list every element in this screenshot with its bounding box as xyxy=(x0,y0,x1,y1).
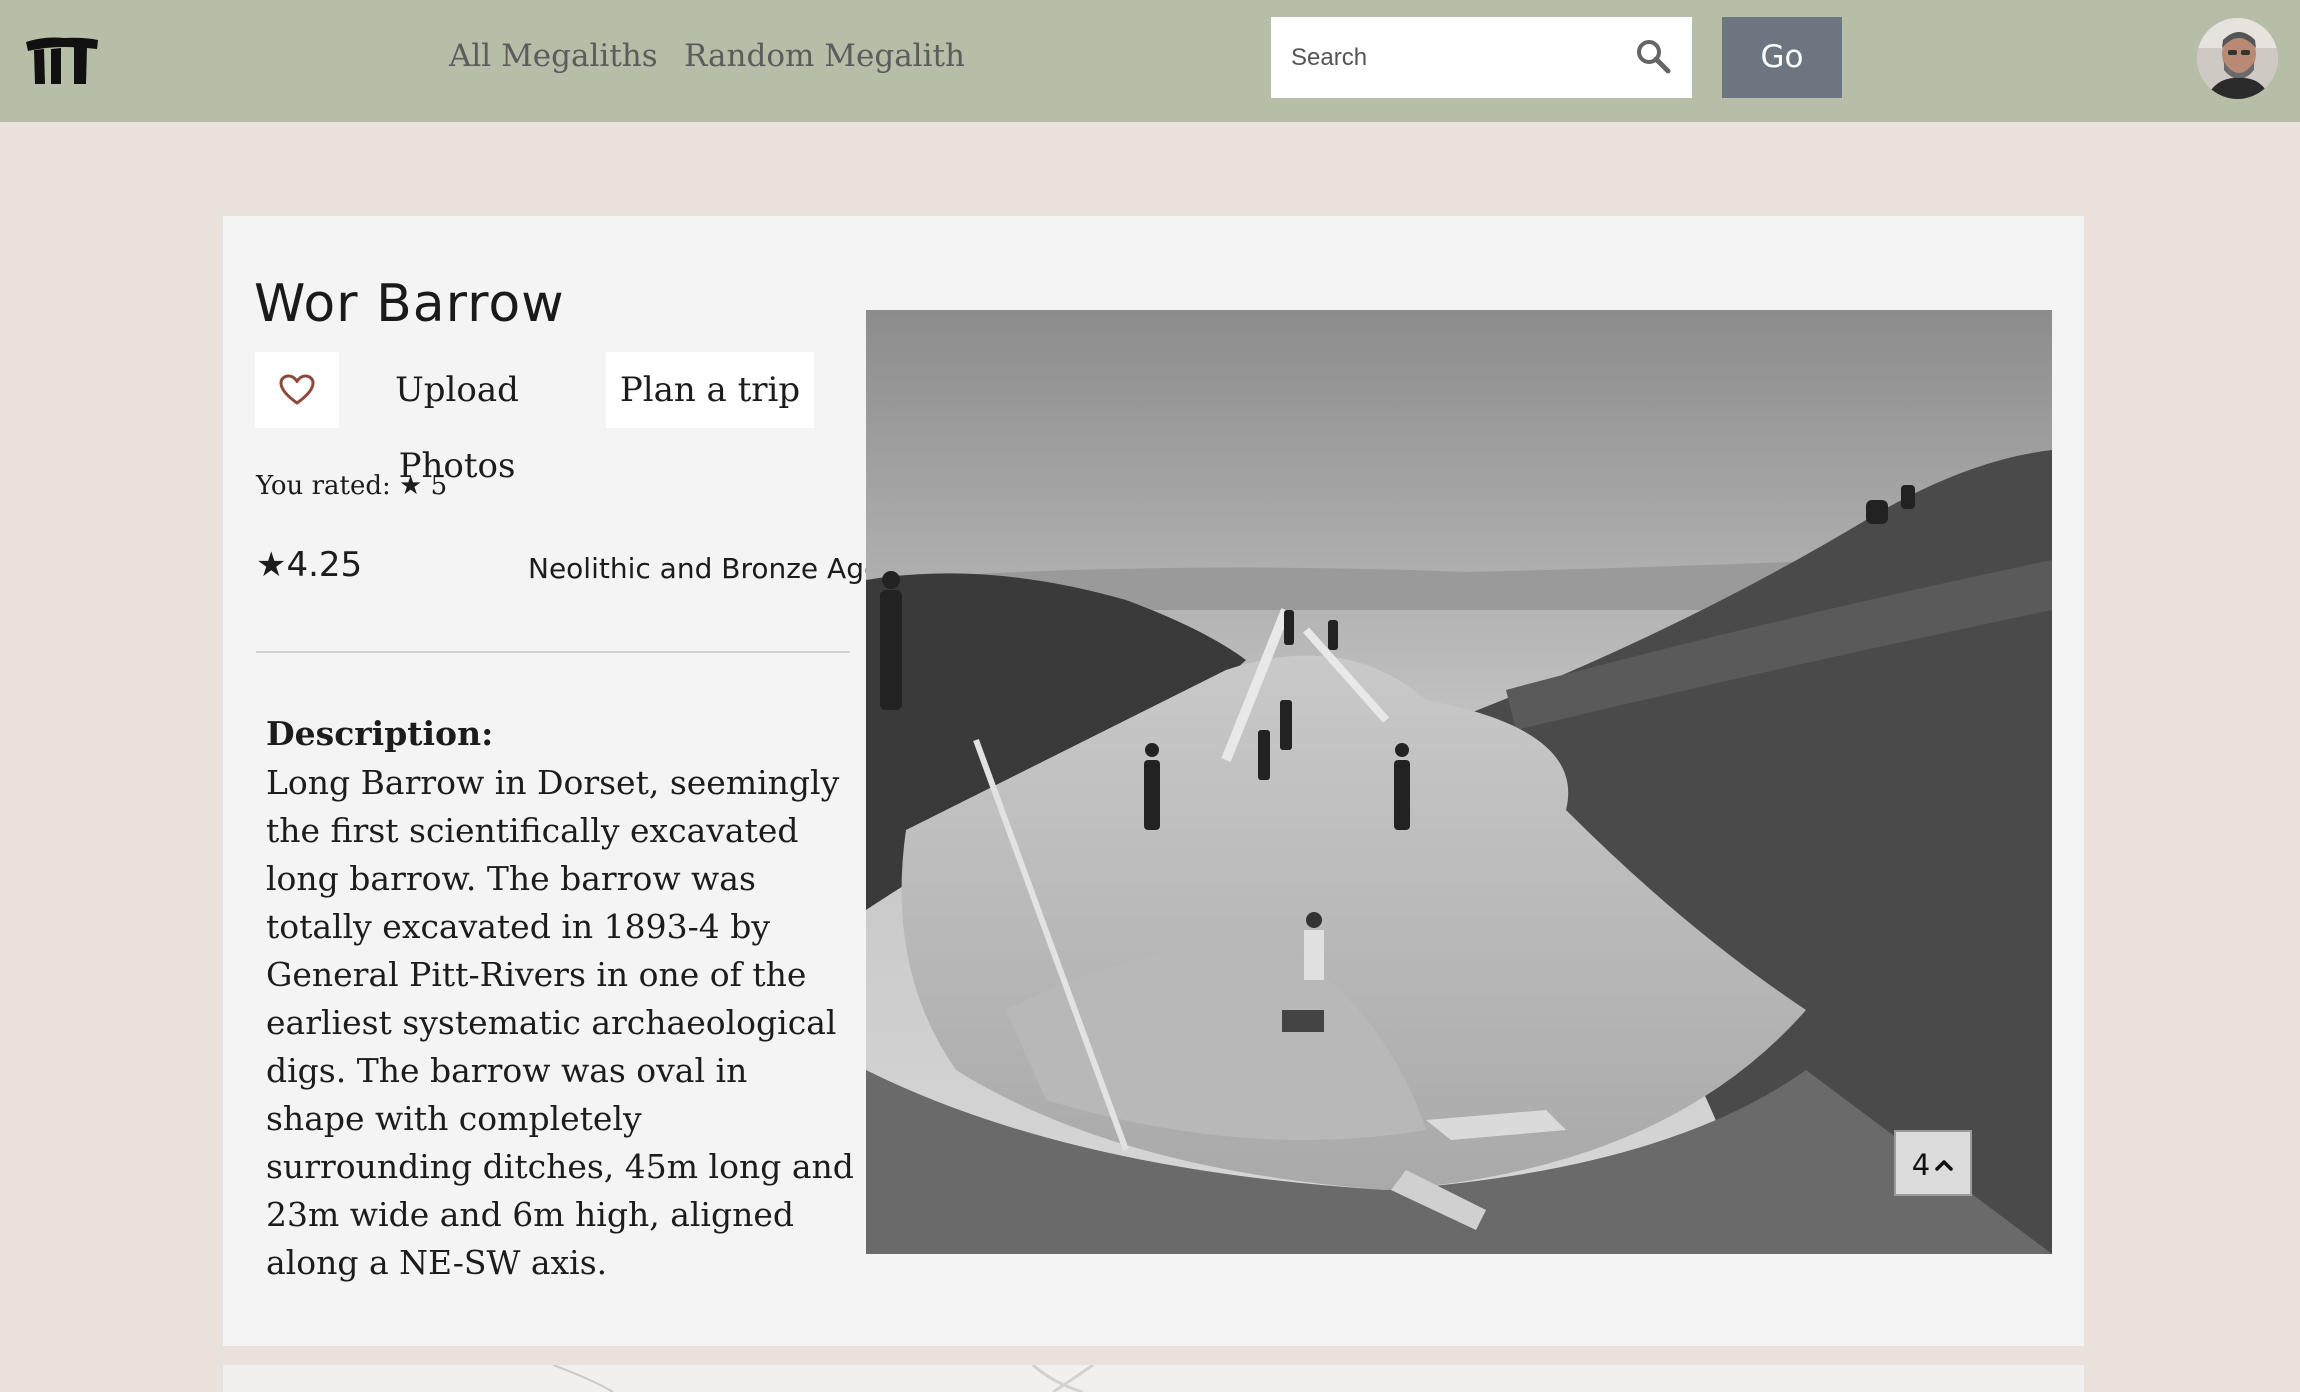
plan-trip-button[interactable]: Plan a trip xyxy=(606,352,814,428)
megalith-photo[interactable]: 4 xyxy=(866,310,2052,1254)
period-label: Neolithic and Bronze Age xyxy=(528,552,882,585)
search-icon[interactable] xyxy=(1633,37,1673,77)
chevron-up-icon xyxy=(1935,1160,1953,1171)
page-title: Wor Barrow xyxy=(254,274,565,334)
photo-count-badge[interactable]: 4 xyxy=(1894,1130,1972,1196)
excavation-photo-image xyxy=(866,310,2052,1254)
description-text: Long Barrow in Dorset, seemingly the fir… xyxy=(266,763,854,1282)
megalith-card: Wor Barrow Upload Photos Plan a trip You… xyxy=(223,216,2084,1346)
favorite-button[interactable] xyxy=(255,352,339,428)
nav-all-megaliths[interactable]: All Megaliths xyxy=(449,38,658,74)
upload-photos-button[interactable]: Upload Photos xyxy=(340,352,574,486)
user-avatar-image xyxy=(2197,18,2278,99)
photo-count-value: 4 xyxy=(1911,1148,1931,1182)
user-rating: You rated: ★ 5 xyxy=(256,471,448,501)
divider xyxy=(256,651,850,653)
map-preview xyxy=(223,1365,2084,1392)
heart-icon xyxy=(279,374,315,405)
description-heading: Description: xyxy=(266,714,494,753)
go-button[interactable]: Go xyxy=(1722,17,1842,98)
map-preview-lines xyxy=(552,1365,1094,1392)
nav-random-megalith[interactable]: Random Megalith xyxy=(684,38,965,74)
average-rating: ★4.25 xyxy=(256,545,363,585)
search-box xyxy=(1271,17,1692,98)
top-navbar: All Megaliths Random Megalith Go xyxy=(0,0,2300,122)
megalith-logo-icon[interactable] xyxy=(24,34,100,86)
avatar[interactable] xyxy=(2197,18,2278,99)
search-input[interactable] xyxy=(1271,17,1611,98)
